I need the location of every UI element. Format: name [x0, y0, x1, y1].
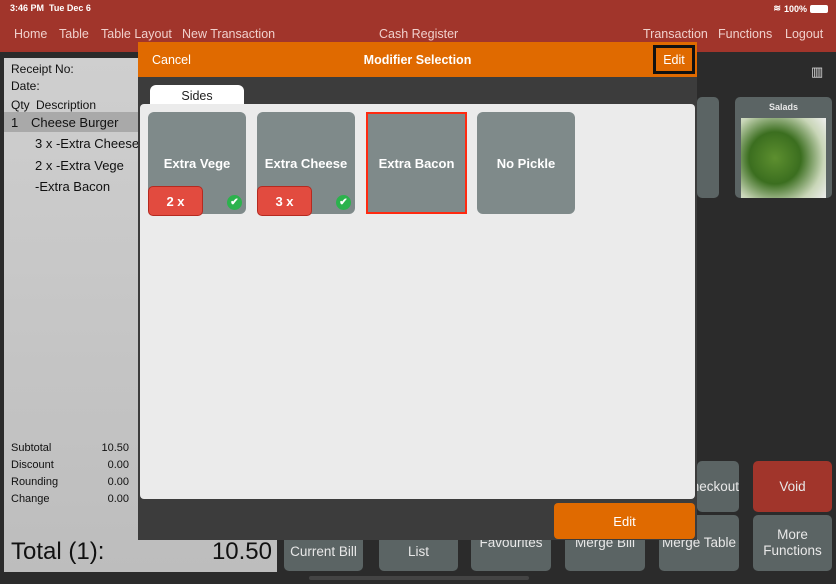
modifier-grid: Extra Vege 2 x ✔ Extra Cheese 3 x ✔ Extr…: [140, 104, 695, 499]
battery-icon: [810, 4, 828, 13]
modifier-extra-cheese[interactable]: Extra Cheese 3 x ✔: [257, 112, 355, 216]
subtotal-label: Subtotal: [11, 442, 52, 454]
change-label: Change: [11, 493, 50, 505]
dialog-header: Cancel Modifier Selection Edit: [138, 42, 697, 77]
dialog-title: Modifier Selection: [363, 53, 472, 67]
more-functions-button[interactable]: More Functions: [753, 515, 832, 571]
modifier-line: 3 x -Extra Cheese: [35, 136, 140, 151]
discount-value: 0.00: [107, 459, 129, 471]
void-button[interactable]: Void: [753, 461, 832, 512]
modifier-label: Extra Bacon: [378, 155, 455, 171]
modifier-label: Extra Cheese: [264, 155, 348, 171]
qty-header: Qty: [11, 98, 30, 112]
modifier-label: Extra Vege: [163, 155, 231, 171]
description-header: Description: [36, 98, 97, 112]
modifier-extra-vege[interactable]: Extra Vege 2 x ✔: [148, 112, 246, 216]
category-tile-salads[interactable]: Salads: [735, 97, 832, 198]
item-desc: Cheese Burger: [31, 115, 119, 130]
nav-new-transaction[interactable]: New Transaction: [182, 27, 275, 41]
check-icon: ✔: [227, 195, 242, 210]
subtotal-value: 10.50: [101, 442, 129, 454]
time: 3:46 PM: [10, 3, 45, 13]
page-title: Cash Register: [379, 27, 459, 41]
item-qty: 1: [11, 115, 19, 130]
status-right: ≋ 100%: [773, 3, 828, 14]
edit-button-top[interactable]: Edit: [653, 45, 695, 74]
battery-percent: 100%: [783, 3, 807, 14]
wifi-icon: ≋: [773, 3, 781, 13]
quantity-badge[interactable]: 2 x: [148, 186, 203, 216]
nav-functions[interactable]: Functions: [718, 27, 772, 41]
modifier-label: No Pickle: [496, 155, 556, 171]
modifier-line: -Extra Bacon: [35, 179, 111, 194]
modifier-selection-dialog: Cancel Modifier Selection Edit Sides Ext…: [138, 42, 697, 540]
receipt-date: Date:: [11, 79, 40, 93]
change-value: 0.00: [107, 493, 129, 505]
quantity-badge[interactable]: 3 x: [257, 186, 312, 216]
nav-table[interactable]: Table: [59, 27, 89, 41]
modifier-no-pickle[interactable]: No Pickle: [477, 112, 575, 214]
rounding-value: 0.00: [107, 476, 129, 488]
nav-home[interactable]: Home: [14, 27, 47, 41]
discount-label: Discount: [11, 459, 54, 471]
barcode-search-icon[interactable]: ▥: [811, 64, 823, 80]
modifier-extra-bacon[interactable]: Extra Bacon: [366, 112, 467, 214]
check-icon: ✔: [336, 195, 351, 210]
edit-button[interactable]: Edit: [554, 503, 695, 539]
nav-table-layout[interactable]: Table Layout: [101, 27, 172, 41]
checkout-label: Checkout: [697, 478, 739, 494]
total-value: 10.50: [211, 538, 272, 565]
category-tile[interactable]: [697, 97, 719, 198]
category-label: Salads: [768, 102, 799, 112]
total-label: Total (1):: [11, 538, 105, 565]
salad-image: [741, 118, 826, 198]
status-time: 3:46 PM Tue Dec 6: [10, 3, 91, 13]
modifier-line: 2 x -Extra Vege: [35, 158, 124, 173]
date: Tue Dec 6: [49, 3, 91, 13]
cancel-button[interactable]: Cancel: [152, 53, 191, 67]
home-indicator: [309, 576, 529, 580]
checkout-button[interactable]: Checkout: [697, 461, 739, 512]
nav-logout[interactable]: Logout: [785, 27, 823, 41]
receipt-no: Receipt No:: [11, 62, 74, 76]
nav-transaction[interactable]: Transaction: [643, 27, 708, 41]
rounding-label: Rounding: [11, 476, 59, 488]
